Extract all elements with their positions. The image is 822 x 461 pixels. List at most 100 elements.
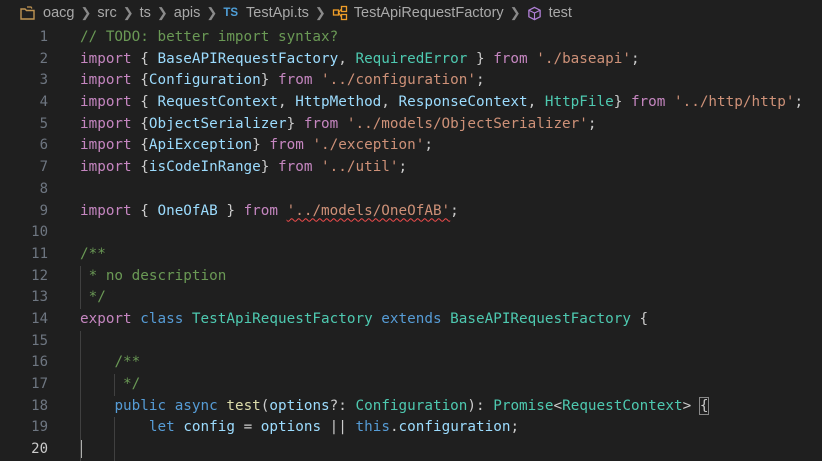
- code-token: ):: [467, 397, 494, 414]
- code-line[interactable]: 19 let config = options || this.configur…: [0, 417, 822, 440]
- folder-icon: [20, 6, 35, 20]
- code-token: import: [80, 202, 132, 219]
- method-symbol-icon: [527, 6, 541, 20]
- typescript-file-icon: TS: [223, 7, 239, 19]
- breadcrumb-item-file[interactable]: TS TestApi.ts: [223, 5, 309, 21]
- breadcrumb-label: oacg: [43, 5, 75, 21]
- code-token: import: [80, 137, 132, 154]
- code-token: ;: [450, 202, 459, 219]
- code-token: {: [131, 115, 149, 132]
- code-line[interactable]: 12 * no description: [0, 265, 822, 288]
- code-line[interactable]: 16 /**: [0, 352, 822, 374]
- indent-guide: [80, 352, 81, 374]
- code-token: Configuration: [355, 397, 468, 414]
- code-token: ;: [587, 115, 597, 132]
- code-text: */: [80, 287, 106, 309]
- indent-guide: [114, 374, 116, 396]
- line-number: 9: [39, 202, 48, 219]
- chevron-right-icon: ❯: [156, 5, 168, 20]
- breadcrumb-item-oacg[interactable]: oacg: [20, 5, 74, 21]
- code-token: {: [698, 396, 710, 415]
- code-line[interactable]: 17 */: [0, 374, 822, 396]
- breadcrumb-item-class[interactable]: TestApiRequestFactory: [332, 5, 504, 21]
- code-token: ,: [527, 94, 545, 111]
- code-line[interactable]: 13 */: [0, 287, 822, 309]
- code-token: }: [260, 159, 278, 176]
- code-line[interactable]: 11 /**: [0, 244, 822, 266]
- code-line[interactable]: 20: [0, 439, 822, 461]
- code-text: public async test(options?: Configuratio…: [80, 396, 710, 418]
- code-token: /**: [80, 245, 106, 262]
- code-text: import { BaseAPIRequestFactory, Required…: [80, 49, 640, 71]
- line-number: 6: [39, 137, 48, 154]
- code-token: from: [278, 72, 313, 89]
- indent-guide: [80, 395, 81, 418]
- line-number: 12: [31, 267, 48, 284]
- code-token: ObjectSerializer: [148, 115, 287, 132]
- code-line[interactable]: 1 // TODO: better import syntax?: [0, 27, 822, 49]
- code-token: ,: [381, 94, 399, 111]
- code-token: import: [80, 159, 132, 176]
- code-line[interactable]: 2 import { BaseAPIRequestFactory, Require…: [0, 49, 822, 71]
- code-line[interactable]: 5 import {ObjectSerializer} from '../mode…: [0, 114, 822, 136]
- code-line[interactable]: 7 import {isCodeInRange} from '../util';: [0, 157, 822, 179]
- code-text: /**: [80, 352, 140, 374]
- code-token: Promise: [493, 397, 554, 414]
- code-token: RequestContext: [562, 397, 683, 414]
- code-token: BaseAPIRequestFactory: [157, 50, 339, 67]
- code-token: '../models/OneOfAB': [286, 202, 451, 219]
- breadcrumb-item-ts[interactable]: ts: [140, 5, 151, 21]
- code-line[interactable]: 8: [0, 179, 822, 201]
- code-line[interactable]: 18 public async test(options?: Configura…: [0, 395, 822, 418]
- code-token: }: [286, 115, 304, 132]
- code-text: * no description: [80, 266, 227, 288]
- code-text: /**: [80, 244, 106, 266]
- code-text: // TODO: better import syntax?: [80, 27, 338, 49]
- line-number: 5: [39, 115, 48, 132]
- code-line[interactable]: 10: [0, 222, 822, 244]
- line-number: 15: [31, 332, 48, 349]
- code-text: import {Configuration} from '../configur…: [80, 70, 485, 92]
- breadcrumb-label: TestApi.ts: [246, 5, 309, 21]
- code-token: RequestContext: [157, 94, 278, 111]
- breadcrumb-item-src[interactable]: src: [97, 5, 116, 21]
- code-token: =: [234, 419, 261, 436]
- code-token: import: [80, 72, 132, 89]
- code-token: }: [467, 50, 494, 67]
- code-token: RequiredError: [355, 50, 468, 67]
- code-token: {: [131, 137, 149, 154]
- line-number: 14: [31, 310, 48, 327]
- code-line[interactable]: 15: [0, 330, 822, 353]
- code-line[interactable]: 3 import {Configuration} from '../configu…: [0, 70, 822, 92]
- line-number: 11: [31, 245, 48, 262]
- code-token: >: [682, 397, 700, 414]
- code-editor[interactable]: 1 // TODO: better import syntax? 2 import {…: [0, 27, 822, 461]
- code-text: import {isCodeInRange} from '../util';: [80, 157, 407, 179]
- code-line[interactable]: 9 import { OneOfAB } from '../models/OneO…: [0, 201, 822, 223]
- code-token: from: [630, 94, 666, 111]
- code-token: public: [114, 397, 167, 414]
- code-text: import { RequestContext, HttpMethod, Res…: [80, 92, 803, 114]
- code-token: ,: [338, 50, 356, 67]
- code-token: TestApiRequestFactory: [191, 310, 373, 327]
- chevron-right-icon: ❯: [122, 5, 134, 20]
- code-token: isCodeInRange: [148, 159, 261, 176]
- breadcrumb-item-method[interactable]: test: [527, 5, 572, 21]
- code-line[interactable]: 6 import {ApiException} from './exception…: [0, 135, 822, 157]
- code-token: this: [355, 419, 390, 436]
- indent-guide: [80, 287, 81, 309]
- breadcrumb-item-apis[interactable]: apis: [174, 5, 201, 21]
- code-line[interactable]: 4 import { RequestContext, HttpMethod, Re…: [0, 92, 822, 114]
- class-symbol-icon: [332, 5, 347, 21]
- line-number: 20: [31, 441, 48, 458]
- code-token: ,: [278, 94, 296, 111]
- code-line[interactable]: 14 export class TestApiRequestFactory ext…: [0, 309, 822, 331]
- code-token: ;: [398, 159, 408, 176]
